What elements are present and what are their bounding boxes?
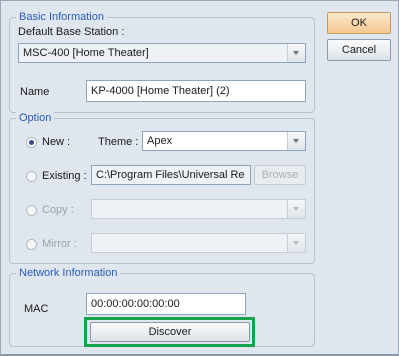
option-legend: Option: [16, 111, 55, 125]
base-station-value: MSC-400 [Home Theater]: [23, 47, 149, 59]
ok-button[interactable]: OK: [327, 12, 391, 34]
copy-label: Copy :: [42, 204, 74, 216]
mac-input[interactable]: 00:00:00:00:00:00: [86, 293, 246, 315]
new-label: New :: [42, 136, 71, 148]
network-information-legend: Network Information: [16, 266, 121, 280]
copy-radio[interactable]: [26, 205, 37, 216]
mirror-label: Mirror :: [42, 238, 77, 250]
theme-value: Apex: [147, 135, 173, 147]
copy-combobox[interactable]: [91, 199, 306, 219]
default-base-station-label: Default Base Station :: [18, 26, 125, 38]
mirror-radio[interactable]: [26, 239, 37, 250]
mac-label: MAC: [24, 303, 49, 315]
existing-path-field[interactable]: C:\Program Files\Universal Re: [91, 165, 251, 185]
chevron-down-icon[interactable]: [287, 234, 305, 252]
existing-radio[interactable]: [26, 171, 37, 182]
option-group: Option New : Theme : Apex Existing : C:\…: [9, 111, 315, 264]
name-input[interactable]: KP-4000 [Home Theater] (2): [86, 80, 306, 102]
theme-label: Theme :: [98, 136, 139, 148]
chevron-down-icon[interactable]: [287, 44, 305, 62]
basic-information-group: Basic Information Default Base Station :…: [9, 10, 315, 113]
basic-information-legend: Basic Information: [16, 10, 107, 24]
existing-label: Existing :: [42, 170, 87, 182]
theme-combobox[interactable]: Apex: [142, 131, 306, 151]
discover-highlight-frame: [84, 317, 255, 347]
new-radio[interactable]: [26, 137, 37, 148]
cancel-button[interactable]: Cancel: [327, 39, 391, 61]
base-station-combobox[interactable]: MSC-400 [Home Theater]: [18, 43, 306, 63]
chevron-down-icon[interactable]: [287, 132, 305, 150]
chevron-down-icon[interactable]: [287, 200, 305, 218]
add-device-dialog: Basic Information Default Base Station :…: [0, 0, 399, 356]
mirror-combobox[interactable]: [91, 233, 306, 253]
browse-button[interactable]: Browse: [254, 165, 306, 185]
name-label: Name: [20, 86, 50, 98]
